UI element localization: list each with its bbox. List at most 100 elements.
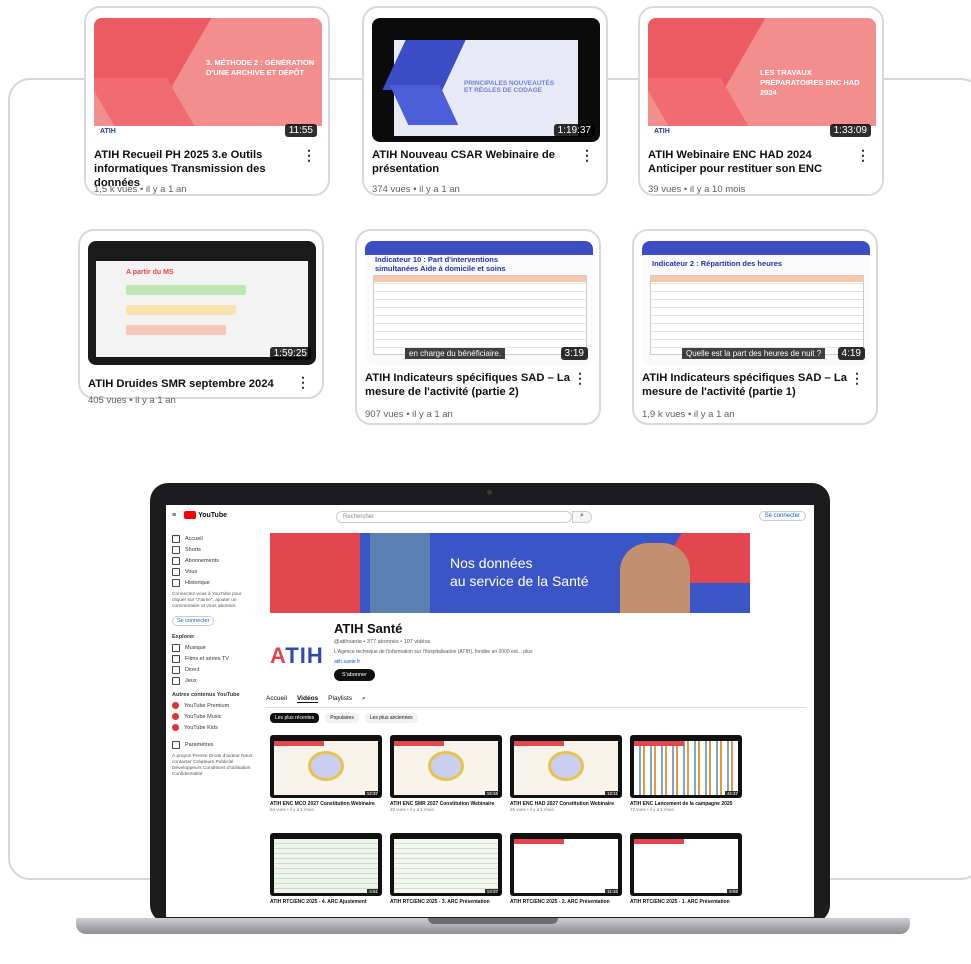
- video-title[interactable]: ATIH Druides SMR septembre 2024: [88, 377, 298, 391]
- thumbnail-caption: en charge du bénéficiaire.: [405, 348, 506, 359]
- video-duration: 1:19:37: [553, 124, 595, 137]
- more-options-icon[interactable]: ⋮: [850, 371, 864, 385]
- tab-playlists[interactable]: Playlists: [328, 695, 352, 703]
- thumbnail-text: 3. MÉTHODE 2 : GÉNÉRATION D'UNE ARCHIVE …: [206, 58, 315, 77]
- video-title[interactable]: ATIH Indicateurs spécifiques SAD – La me…: [642, 371, 852, 399]
- youtube-topbar: ≡ YouTube Rechercher ⌕ Se connecter: [166, 505, 814, 529]
- video-meta: 1,5 k vues • il y a 1 an: [94, 184, 187, 195]
- more-options-icon[interactable]: ⋮: [573, 371, 587, 385]
- signin-prompt: Connectez-vous à YouTube pour cliquer su…: [172, 592, 242, 609]
- youtube-channel-screen: ≡ YouTube Rechercher ⌕ Se connecter Accue…: [166, 505, 814, 917]
- tab-videos[interactable]: Vidéos: [296, 695, 319, 703]
- thumbnail-text: LES TRAVAUX PRÉPARATOIRES ENC HAD 2024: [760, 68, 860, 97]
- live-icon: [172, 665, 180, 674]
- sidebar-item-gaming[interactable]: Jeux: [172, 675, 256, 686]
- channel-avatar[interactable]: ATIH: [270, 643, 324, 669]
- thumbnail-text: PRINCIPALES NOUVEAUTÉS ET RÈGLES DE CODA…: [464, 80, 555, 94]
- youtube-premium-icon: [172, 702, 179, 709]
- video-item[interactable]: 12:11 ATIH ENC HAD 2027 Constitution Web…: [510, 735, 622, 812]
- sidebar-item-settings[interactable]: Paramètres: [172, 739, 256, 750]
- video-title[interactable]: ATIH RTC/ENC 2025 - 3. ARC Présentation: [390, 899, 502, 905]
- video-item[interactable]: 9:58 ATIH RTC/ENC 2025 - 1. ARC Présenta…: [630, 833, 742, 905]
- more-options-icon[interactable]: ⋮: [580, 148, 594, 162]
- video-card[interactable]: LES TRAVAUX PRÉPARATOIRES ENC HAD 2024 A…: [638, 6, 884, 196]
- video-title[interactable]: ATIH Webinaire ENC HAD 2024 Anticiper po…: [648, 148, 858, 176]
- gaming-icon: [172, 676, 180, 685]
- video-meta: 405 vues • il y a 1 an: [88, 395, 176, 406]
- signin-button[interactable]: Se connecter: [758, 511, 806, 521]
- chip-latest[interactable]: Les plus récentes: [270, 713, 320, 723]
- thumbnail-caption: Quelle est la part des heures de nuit ?: [682, 348, 826, 359]
- video-thumbnail[interactable]: PRINCIPALES NOUVEAUTÉS ET RÈGLES DE CODA…: [372, 18, 600, 142]
- video-duration: 1:59:25: [269, 347, 311, 360]
- more-options-icon[interactable]: ⋮: [302, 148, 316, 162]
- channel-banner: Nos données au service de la Santé: [270, 533, 750, 613]
- sidebar-item-ytmusic[interactable]: YouTube Music: [172, 711, 256, 722]
- video-card[interactable]: A partir du MS 1:59:25 ATIH Druides SMR …: [78, 229, 324, 406]
- channel-meta: @atihsante • 377 abonnés • 107 vidéos: [334, 639, 431, 645]
- youtube-kids-icon: [172, 724, 179, 731]
- more-youtube-heading: Autres contenus YouTube: [172, 692, 240, 698]
- youtube-music-icon: [172, 713, 179, 720]
- video-title[interactable]: ATIH RTC/ENC 2025 - 2. ARC Présentation: [510, 899, 622, 905]
- sidebar-item-history[interactable]: Historique: [172, 577, 256, 588]
- user-icon: [172, 567, 180, 576]
- sidebar-item-subscriptions[interactable]: Abonnements: [172, 555, 256, 566]
- thumbnail-text: Indicateur 10 : Part d'interventions sim…: [375, 255, 506, 273]
- video-thumbnail[interactable]: 3. MÉTHODE 2 : GÉNÉRATION D'UNE ARCHIVE …: [94, 18, 322, 142]
- channel-description[interactable]: L'Agence technique de l'information sur …: [334, 649, 594, 655]
- video-item[interactable]: 13:37 ATIH RTC/ENC 2025 - 3. ARC Présent…: [390, 833, 502, 905]
- video-meta: 33 vues • il y a 1 mois: [390, 807, 434, 812]
- video-card[interactable]: Indicateur 10 : Part d'interventions sim…: [355, 229, 601, 425]
- video-thumbnail[interactable]: A partir du MS 1:59:25: [88, 241, 316, 365]
- search-icon[interactable]: ⌕: [572, 511, 592, 523]
- banner-line1: Nos données: [450, 555, 533, 571]
- video-title[interactable]: ATIH RTC/ENC 2025 - 4. ARC Ajustement: [270, 899, 382, 905]
- video-thumbnail[interactable]: LES TRAVAUX PRÉPARATOIRES ENC HAD 2024 A…: [648, 18, 876, 142]
- sidebar-item-music[interactable]: Musique: [172, 642, 256, 653]
- video-thumbnail[interactable]: Indicateur 10 : Part d'interventions sim…: [365, 241, 593, 365]
- sidebar-item-movies[interactable]: Films et séries TV: [172, 653, 256, 664]
- sidebar-item-kids[interactable]: YouTube Kids: [172, 722, 256, 733]
- channel-tabs: Accueil Vidéos Playlists ⌕: [266, 695, 366, 703]
- sidebar-item-premium[interactable]: YouTube Premium: [172, 700, 256, 711]
- video-card[interactable]: PRINCIPALES NOUVEAUTÉS ET RÈGLES DE CODA…: [362, 6, 608, 196]
- video-title[interactable]: ATIH Indicateurs spécifiques SAD – La me…: [365, 371, 575, 399]
- video-duration: 4:51: [367, 889, 380, 894]
- chip-oldest[interactable]: Les plus anciennes: [364, 713, 418, 723]
- sidebar-item-shorts[interactable]: Shorts: [172, 544, 256, 555]
- search-icon[interactable]: ⌕: [362, 695, 366, 703]
- video-card[interactable]: 3. MÉTHODE 2 : GÉNÉRATION D'UNE ARCHIVE …: [84, 6, 330, 196]
- banner-photo: [620, 543, 690, 613]
- shorts-icon: [172, 545, 180, 554]
- video-item[interactable]: 11:16 ATIH RTC/ENC 2025 - 2. ARC Présent…: [510, 833, 622, 905]
- channel-link[interactable]: atih.sante.fr: [334, 659, 360, 665]
- film-icon: [172, 654, 180, 663]
- sidebar-item-you[interactable]: Vous: [172, 566, 256, 577]
- video-item[interactable]: 4:51 ATIH RTC/ENC 2025 - 4. ARC Ajusteme…: [270, 833, 382, 905]
- video-title[interactable]: ATIH RTC/ENC 2025 - 1. ARC Présentation: [630, 899, 742, 905]
- video-duration: 12:11: [605, 791, 620, 796]
- music-icon: [172, 643, 180, 652]
- more-options-icon[interactable]: ⋮: [856, 148, 870, 162]
- laptop-mockup: ≡ YouTube Rechercher ⌕ Se connecter Accue…: [150, 483, 830, 923]
- sidebar-item-live[interactable]: Direct: [172, 664, 256, 675]
- subscribe-button[interactable]: S'abonner: [334, 669, 375, 681]
- footer-links: À propos Presse Droits d'auteur Nous con…: [172, 754, 253, 777]
- explore-heading: Explorer: [172, 634, 195, 640]
- sidebar-signin-button[interactable]: Se connecter: [172, 616, 215, 626]
- video-card[interactable]: Indicateur 2 : Répartition des heures Qu…: [632, 229, 878, 425]
- search-input[interactable]: Rechercher: [336, 511, 572, 523]
- video-item[interactable]: 15:16 ATIH ENC SMR 2027 Constitution Web…: [390, 735, 502, 812]
- tab-home[interactable]: Accueil: [266, 695, 287, 703]
- video-thumbnail[interactable]: Indicateur 2 : Répartition des heures Qu…: [642, 241, 870, 365]
- chip-popular[interactable]: Populaires: [325, 713, 359, 723]
- video-duration: 4:19: [837, 347, 865, 360]
- sidebar-item-home[interactable]: Accueil: [172, 533, 256, 544]
- more-options-icon[interactable]: ⋮: [296, 375, 310, 389]
- video-duration: 11:55: [284, 124, 317, 137]
- video-item[interactable]: 12:37 ATIH ENC MCO 2027 Constitution Web…: [270, 735, 382, 812]
- video-title[interactable]: ATIH Nouveau CSAR Webinaire de présentat…: [372, 148, 582, 176]
- video-item[interactable]: 44:17 ATIH ENC Lancement de la campagne …: [630, 735, 742, 812]
- youtube-logo[interactable]: ≡ YouTube: [172, 511, 227, 519]
